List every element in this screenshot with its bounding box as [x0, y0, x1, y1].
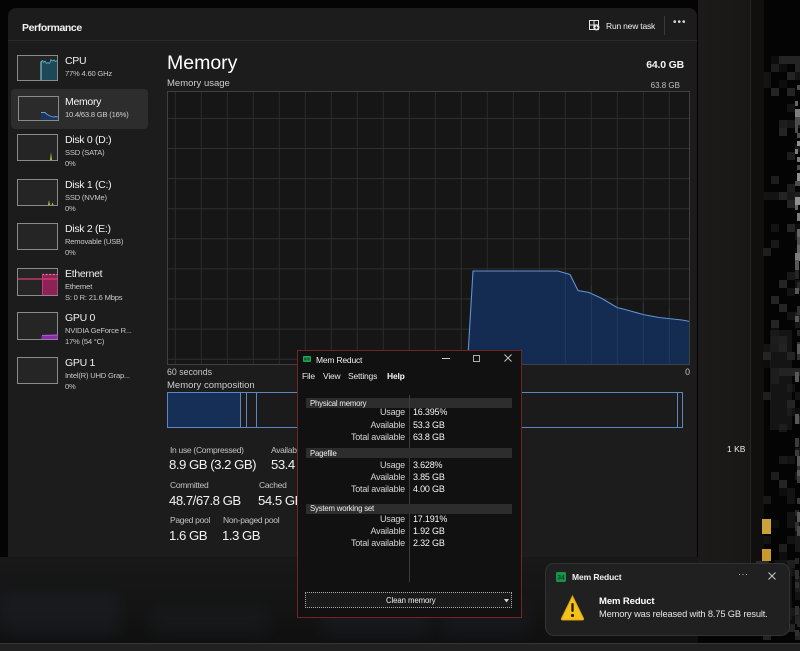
svg-text:34: 34 [557, 575, 565, 582]
